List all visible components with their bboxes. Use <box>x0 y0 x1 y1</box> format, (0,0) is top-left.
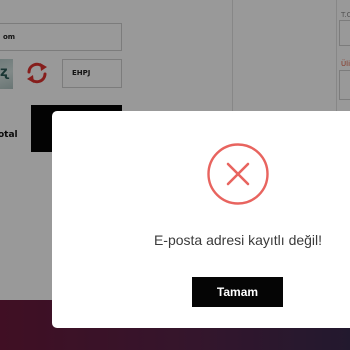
screen: om ʐ EHPJ otal T.C Üli E-posta adresi ka… <box>0 0 350 350</box>
error-circle-x-icon <box>207 143 269 205</box>
error-modal: E-posta adresi kayıtlı değil! Tamam <box>52 111 350 328</box>
modal-message: E-posta adresi kayıtlı değil! <box>153 232 323 248</box>
ok-button[interactable]: Tamam <box>192 277 283 307</box>
